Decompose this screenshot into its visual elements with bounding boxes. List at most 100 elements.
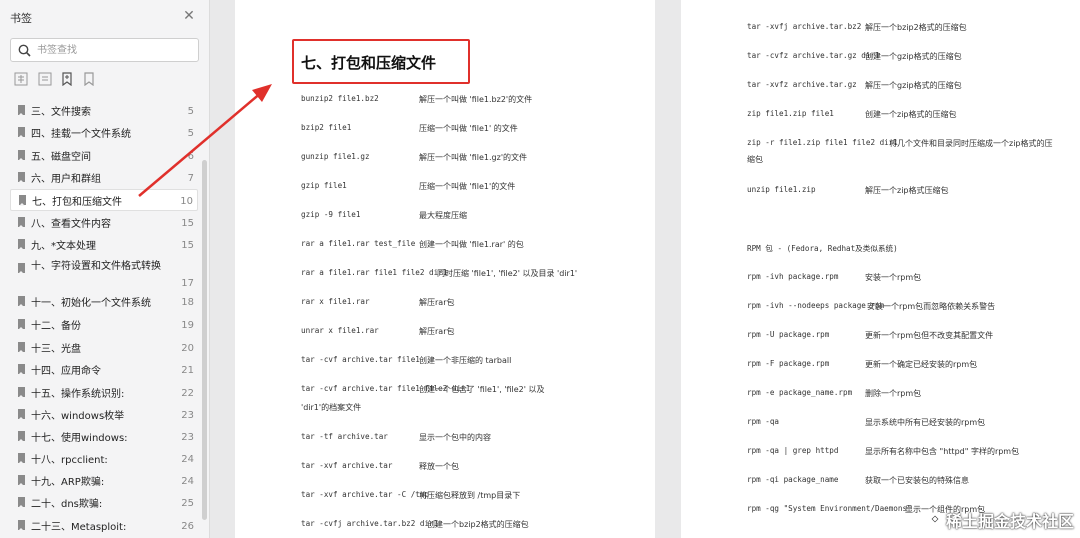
bookmark-item[interactable]: 十五、操作系统识别: 22 [10, 382, 198, 404]
bookmark-page-number: 6 [187, 151, 194, 162]
bookmark-flag-icon [18, 497, 25, 508]
bookmark-item[interactable]: 十四、应用命令 21 [10, 359, 198, 381]
bookmark-search-box[interactable] [10, 38, 199, 62]
bookmark-page-number: 15 [181, 218, 194, 229]
command-description: 解压一个bzip2格式的压缩包 [865, 23, 967, 32]
command-description-continued: 缩包 [747, 155, 763, 164]
command-row: gunzip file1.gz 解压一个叫做 'file1.gz'的文件 [301, 152, 527, 162]
bookmark-page-number: 15 [181, 240, 194, 251]
command-row: tar -cvfj archive.tar.bz2 dir1 创建一个bzip2格… [301, 519, 529, 529]
bookmark-label: 五、磁盘空间 [31, 152, 91, 163]
bookmark-item[interactable]: 六、用户和群组 7 [10, 167, 198, 189]
bookmark-page-number: 22 [181, 388, 194, 399]
command-description: 解压一个gzip格式的压缩包 [865, 81, 962, 90]
command-description: 获取一个已安装包的特殊信息 [865, 476, 969, 485]
bookmark-item[interactable]: 九、*文本处理 15 [10, 234, 198, 256]
command-row: tar -xvfj archive.tar.bz2 解压一个bzip2格式的压缩包 [747, 22, 967, 32]
bookmark-flag-icon [18, 150, 25, 161]
bookmark-flag-icon [18, 387, 25, 398]
command-description: 删除一个rpm包 [865, 389, 922, 398]
command-row: rpm -e package_name.rpm 删除一个rpm包 [747, 388, 921, 398]
bookmark-label: 二十、dns欺骗: [31, 499, 103, 510]
bookmark-icon[interactable] [82, 72, 96, 86]
bookmark-item[interactable]: 二十、dns欺骗: 25 [10, 492, 198, 514]
command-text: rpm -qa [747, 417, 780, 426]
command-text: rar x file1.rar [301, 297, 370, 306]
expand-all-icon[interactable] [14, 72, 28, 86]
bookmark-item[interactable]: 十六、windows枚举 23 [10, 404, 198, 426]
bookmark-item[interactable]: 七、打包和压缩文件 10 [10, 189, 198, 211]
command-text: tar -cvfj archive.tar.bz2 dir1 [301, 519, 439, 528]
bookmark-item[interactable]: 十七、使用windows: 23 [10, 426, 198, 448]
bookmark-item[interactable]: 二十三、Metasploit: 26 [10, 515, 198, 537]
command-text: gunzip file1.gz [301, 152, 370, 161]
command-text: rpm -qa | grep httpd [747, 446, 839, 455]
bookmark-label: 八、查看文件内容 [31, 219, 111, 230]
bookmark-item[interactable]: 十三、光盘 20 [10, 337, 198, 359]
bookmark-item[interactable]: 十八、rpcclient: 24 [10, 448, 198, 470]
command-row: tar -cvf archive.tar file1 file2 dir1 创建一… [301, 384, 545, 394]
bookmark-item[interactable]: 十九、ARP欺骗: 24 [10, 470, 198, 492]
command-text: rpm -qg "System Environment/Daemons" [747, 504, 912, 513]
command-description: 将几个文件和目录同时压缩成一个zip格式的压 [889, 139, 1053, 148]
bookmark-flag-icon [18, 105, 25, 116]
command-description: 解压一个叫做 'file1.bz2'的文件 [419, 95, 533, 104]
command-text: rpm -e package_name.rpm [747, 388, 853, 397]
bookmark-item[interactable]: 十二、备份 19 [10, 314, 198, 336]
command-row: rar x file1.rar 解压rar包 [301, 297, 454, 307]
command-row: zip -r file1.zip file1 file2 dir1 将几个文件和目… [747, 138, 1053, 148]
bookmark-flag-icon [19, 195, 26, 206]
command-row: zip file1.zip file1 创建一个zip格式的压缩包 [747, 109, 957, 119]
command-row: gzip file1 压缩一个叫做 'file1'的文件 [301, 181, 515, 191]
command-row: tar -xvfz archive.tar.gz 解压一个gzip格式的压缩包 [747, 80, 962, 90]
collapse-all-icon[interactable] [38, 72, 52, 86]
command-description: 解压rar包 [419, 298, 455, 307]
command-description: 压缩一个叫做 'file1'的文件 [419, 182, 516, 191]
bookmark-label: 十四、应用命令 [31, 366, 101, 377]
bookmark-label: 六、用户和群组 [31, 174, 101, 185]
bookmark-flag-icon [18, 342, 25, 353]
command-row: rpm -qg "System Environment/Daemons" 显示一个… [747, 504, 985, 514]
bookmark-label: 十九、ARP欺骗: [31, 477, 105, 488]
close-icon[interactable]: ✕ [182, 9, 196, 23]
bookmark-label: 十八、rpcclient: [31, 455, 108, 466]
bookmark-item[interactable]: 八、查看文件内容 15 [10, 212, 198, 234]
watermark: 稀土掘金技术社区 [927, 508, 1074, 532]
bookmark-page-number: 17 [181, 278, 194, 289]
bookmark-label: 二十三、Metasploit: [31, 522, 127, 533]
bookmark-item[interactable]: 三、文件搜索 5 [10, 100, 198, 122]
command-row: rpm -F package.rpm 更新一个确定已经安装的rpm包 [747, 359, 977, 369]
bookmark-item[interactable]: 十、字符设置和文件格式转换 17 [10, 258, 198, 290]
bookmark-page-number: 25 [181, 498, 194, 509]
bookmark-flag-icon [18, 296, 25, 307]
command-row: unzip file1.zip 解压一个zip格式压缩包 [747, 185, 949, 195]
bookmark-item[interactable]: 十一、初始化一个文件系统 18 [10, 291, 198, 313]
command-description: 创建一个gzip格式的压缩包 [865, 52, 962, 61]
command-text: tar -cvf archive.tar file1 [301, 355, 420, 364]
bookmark-item[interactable]: 五、磁盘空间 6 [10, 145, 198, 167]
juejin-logo-icon [928, 515, 942, 529]
bookmark-flag-icon [18, 217, 25, 228]
bookmark-flag-icon [18, 319, 25, 330]
bookmark-label: 十六、windows枚举 [31, 411, 125, 422]
command-text: unzip file1.zip [747, 185, 816, 194]
add-bookmark-icon[interactable] [60, 72, 74, 86]
command-description: 将压缩包释放到 /tmp目录下 [419, 491, 521, 500]
command-description: 解压rar包 [419, 327, 455, 336]
bookmark-flag-icon [18, 263, 25, 274]
bookmark-search-input[interactable] [37, 42, 192, 58]
bookmark-label: 十、字符设置和文件格式转换 [31, 261, 161, 272]
command-description: 创建一个包含了 'file1', 'file2' 以及 [419, 385, 545, 394]
command-row: rar a file1.rar file1 file2 dir1 同时压缩 'fi… [301, 268, 577, 278]
sidebar-scrollbar[interactable] [202, 160, 207, 520]
bookmark-flag-icon [18, 431, 25, 442]
command-row: tar -tf archive.tar 显示一个包中的内容 [301, 432, 491, 442]
command-row: tar -xvf archive.tar -C /tmp 将压缩包释放到 /tmp… [301, 490, 520, 500]
command-text: tar -cvfz archive.tar.gz dir1 [747, 51, 880, 60]
bookmark-label: 十三、光盘 [31, 344, 81, 355]
bookmark-page-number: 5 [187, 106, 194, 117]
command-row: rpm -U package.rpm 更新一个rpm包但不改变其配置文件 [747, 330, 993, 340]
bookmark-label: 十一、初始化一个文件系统 [31, 298, 151, 309]
bookmark-item[interactable]: 四、挂载一个文件系统 5 [10, 122, 198, 144]
command-text: rpm -qi package_name [747, 475, 839, 484]
